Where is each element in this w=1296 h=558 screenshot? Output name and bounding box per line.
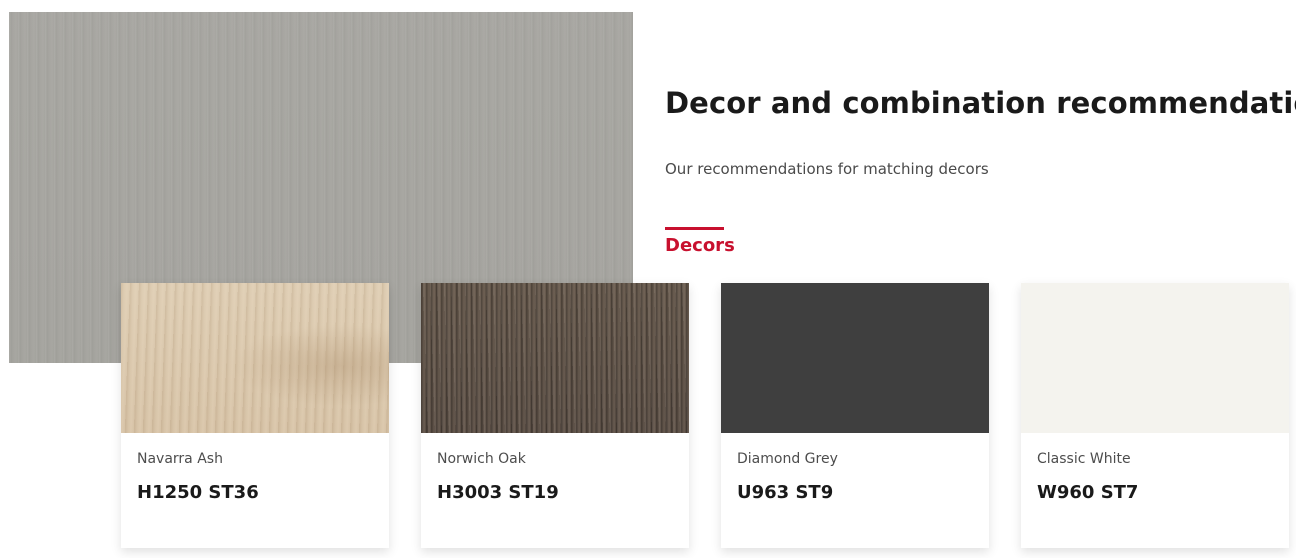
- decor-code[interactable]: H1250 ST36: [137, 482, 259, 503]
- decor-card-classic-white[interactable]: Classic White W960 ST7: [1021, 283, 1289, 548]
- decor-name: Diamond Grey: [737, 451, 838, 467]
- section-title: Decor and combination recommendations: [665, 86, 1296, 120]
- decor-swatch-image[interactable]: [1021, 283, 1289, 433]
- decor-code[interactable]: W960 ST7: [1037, 482, 1138, 503]
- decor-name: Classic White: [1037, 451, 1131, 467]
- decor-name: Norwich Oak: [437, 451, 526, 467]
- tab-decors[interactable]: Decors: [665, 235, 735, 256]
- decor-swatch-image[interactable]: [421, 283, 689, 433]
- decor-swatch-image[interactable]: [721, 283, 989, 433]
- decor-name: Navarra Ash: [137, 451, 223, 467]
- decor-card-navarra-ash[interactable]: Navarra Ash H1250 ST36: [121, 283, 389, 548]
- decor-recommendations-page: Decor and combination recommendations Ou…: [0, 0, 1296, 558]
- decor-card-norwich-oak[interactable]: Norwich Oak H3003 ST19: [421, 283, 689, 548]
- section-subtitle: Our recommendations for matching decors: [665, 160, 989, 178]
- decor-code[interactable]: H3003 ST19: [437, 482, 559, 503]
- active-tab-indicator: [665, 227, 724, 230]
- decor-card-list: Navarra Ash H1250 ST36 Norwich Oak H3003…: [121, 283, 1296, 558]
- decor-code[interactable]: U963 ST9: [737, 482, 833, 503]
- decor-card-diamond-grey[interactable]: Diamond Grey U963 ST9: [721, 283, 989, 548]
- decor-swatch-image[interactable]: [121, 283, 389, 433]
